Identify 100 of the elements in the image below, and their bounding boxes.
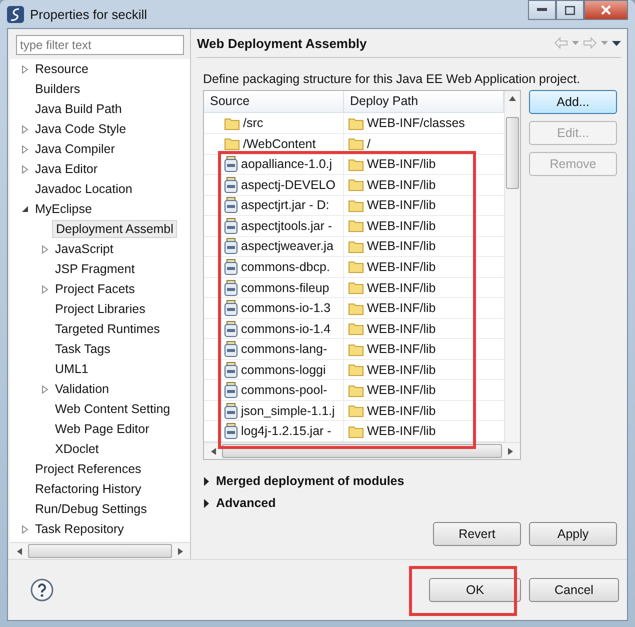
tree-item[interactable]: XDoclet	[52, 441, 102, 457]
expanded-arrow-icon[interactable]	[21, 205, 29, 213]
back-icon[interactable]	[554, 37, 568, 49]
tree-item[interactable]: Project Facets	[52, 281, 138, 297]
scroll-left-icon[interactable]	[211, 448, 216, 454]
tree-item[interactable]: Java Compiler	[32, 141, 118, 157]
horizontal-scrollbar[interactable]	[10, 542, 190, 559]
tree-item[interactable]: Task Repository	[32, 521, 127, 537]
scrollbar-thumb[interactable]	[506, 117, 519, 189]
minimize-icon	[537, 8, 547, 12]
jar-icon	[224, 218, 238, 234]
table-cell: WEB-INF/lib	[344, 400, 504, 420]
scroll-right-icon[interactable]	[178, 548, 183, 554]
folder-icon	[348, 363, 364, 376]
tree-item[interactable]: Validation	[52, 381, 112, 397]
maximize-icon	[565, 6, 575, 14]
tree-item[interactable]: Project Libraries	[52, 301, 148, 317]
maximize-button[interactable]	[556, 0, 584, 20]
tree-item[interactable]: Run/Debug Settings	[32, 501, 150, 517]
folder-icon	[348, 384, 364, 397]
app-logo-icon	[7, 6, 24, 22]
tree-item[interactable]: Deployment Assembl	[52, 220, 178, 238]
page-button[interactable]: Revert	[433, 522, 521, 546]
column-header[interactable]: Source	[204, 91, 344, 112]
folder-icon	[348, 198, 364, 212]
filter-field[interactable]: type filter text	[16, 35, 184, 55]
tree-item[interactable]: Targeted Runtimes	[52, 321, 163, 337]
tree-item[interactable]: Task Tags	[52, 341, 114, 357]
table-cell: WEB-INF/lib	[344, 196, 504, 216]
folder-icon	[224, 137, 240, 150]
table-cell: WEB-INF/lib	[344, 278, 504, 298]
dropdown-icon[interactable]	[601, 41, 608, 45]
table-cell: aspectjrt.jar - D:	[204, 196, 344, 216]
table-cell: aopalliance-1.0.j	[204, 154, 344, 174]
table-cell: WEB-INF/lib	[344, 236, 504, 256]
close-icon	[601, 5, 611, 15]
scroll-right-icon[interactable]	[508, 448, 513, 454]
tree-item[interactable]: Java Code Style	[32, 121, 130, 137]
table-cell: commons-loggi	[204, 360, 344, 380]
folder-icon	[348, 342, 364, 356]
table-cell: WEB-INF/lib	[344, 380, 504, 400]
tree-item[interactable]: Project References	[32, 461, 144, 477]
jar-icon	[224, 258, 238, 275]
collapsed-arrow-icon[interactable]	[203, 476, 210, 486]
tree-item[interactable]: Web Content Setting	[52, 401, 174, 417]
tree-item[interactable]: Builders	[32, 81, 84, 97]
table-button[interactable]: Add...	[529, 90, 617, 114]
folder-icon	[348, 424, 364, 438]
section-header[interactable]: Advanced	[216, 496, 276, 510]
dropdown-icon[interactable]	[572, 41, 579, 45]
table-cell: WEB-INF/lib	[344, 339, 504, 359]
vertical-scrollbar[interactable]	[504, 91, 520, 442]
tree-item[interactable]: UML1	[52, 361, 92, 377]
tree-item[interactable]: Java Build Path	[32, 101, 125, 117]
tree-item[interactable]: Web Page Editor	[52, 421, 152, 437]
table-cell: WEB-INF/lib	[344, 175, 504, 195]
tree-item[interactable]: Java Editor	[32, 161, 101, 177]
tree-item[interactable]: JavaScript	[52, 241, 116, 257]
table-cell: aspectjweaver.ja	[204, 236, 344, 256]
table-cell: WEB-INF/classes	[344, 113, 504, 134]
jar-icon	[224, 176, 238, 193]
page-title: Web Deployment Assembly	[197, 36, 367, 50]
tree-item[interactable]: MyEclipse	[32, 201, 95, 217]
menu-icon[interactable]	[612, 40, 621, 46]
table-cell: json_simple-1.1.j	[204, 400, 344, 420]
tree-item[interactable]: Refactoring History	[32, 481, 144, 497]
folder-icon	[348, 302, 364, 315]
close-button[interactable]	[584, 0, 628, 20]
forward-icon[interactable]	[583, 37, 597, 49]
tree-item[interactable]: Javadoc Location	[32, 181, 136, 197]
table-cell: WEB-INF/lib	[344, 154, 504, 174]
table-cell: WEB-INF/lib	[344, 318, 504, 338]
page-description: Define packaging structure for this Java EE Web Application project.	[203, 72, 582, 86]
dialog-button[interactable]: Cancel	[529, 578, 619, 602]
table-cell: commons-pool-	[204, 380, 344, 400]
scroll-left-icon[interactable]	[17, 548, 22, 554]
folder-icon	[224, 116, 240, 130]
folder-icon	[348, 219, 364, 232]
folder-icon	[348, 116, 364, 130]
table-cell: aspectjtools.jar -	[204, 216, 344, 236]
table-cell: /src	[204, 113, 344, 134]
help-icon[interactable]	[30, 578, 54, 602]
table-cell: commons-io-1.3	[204, 298, 344, 318]
table-cell: aspectj-DEVELO	[204, 175, 344, 195]
folder-icon	[348, 158, 364, 171]
dialog-button[interactable]: OK	[429, 578, 521, 602]
folder-icon	[348, 281, 364, 294]
folder-icon	[348, 260, 364, 274]
folder-icon	[348, 240, 364, 253]
table-cell: WEB-INF/lib	[344, 360, 504, 380]
table-cell: WEB-INF/lib	[344, 298, 504, 318]
tree-item[interactable]: JSP Fragment	[52, 261, 138, 277]
page-button[interactable]: Apply	[529, 522, 617, 546]
collapsed-arrow-icon[interactable]	[203, 498, 210, 508]
folder-icon	[348, 322, 364, 336]
minimize-button[interactable]	[528, 0, 556, 20]
scroll-up-icon[interactable]	[509, 96, 516, 101]
section-header[interactable]: Merged deployment of modules	[216, 474, 404, 488]
table-cell: /	[344, 134, 504, 154]
tree-item[interactable]: Resource	[32, 61, 92, 77]
